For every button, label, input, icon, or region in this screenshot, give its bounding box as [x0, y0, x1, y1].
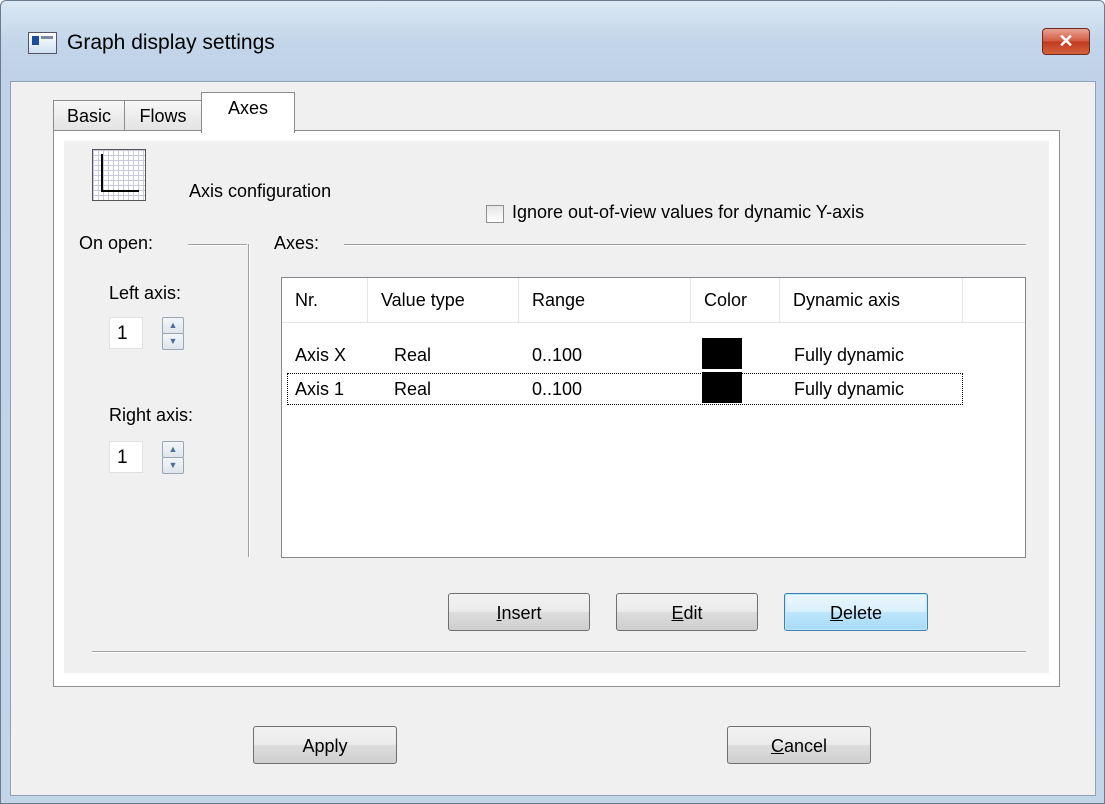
insert-label: nsert: [501, 603, 542, 623]
axes-group-line: [344, 244, 1026, 246]
axes-group-label: Axes:: [274, 233, 320, 253]
cell-value-type: Real: [394, 345, 432, 365]
delete-label: elete: [842, 603, 883, 623]
close-button[interactable]: ✕: [1042, 28, 1090, 55]
table-row[interactable]: Axis X Real 0..100 Fully dynamic: [282, 338, 1025, 372]
on-open-group-line: [188, 244, 247, 246]
tab-flows[interactable]: Flows: [124, 100, 202, 131]
color-swatch: [702, 372, 742, 403]
delete-button[interactable]: Delete: [784, 593, 928, 631]
axes-table[interactable]: Nr. Value type Range Color Dynamic axis …: [281, 277, 1026, 558]
column-header-nr[interactable]: Nr.: [282, 278, 368, 322]
section-title: Axis configuration: [189, 181, 332, 201]
right-axis-up-icon[interactable]: ▲: [162, 441, 184, 458]
cancel-button[interactable]: Cancel: [727, 726, 871, 764]
title-bar[interactable]: Graph display settings ✕: [1, 1, 1104, 81]
tab-axes[interactable]: Axes: [201, 92, 295, 133]
dialog-window: Graph display settings ✕ Basic Flows Axe…: [0, 0, 1105, 804]
cell-range: 0..100: [532, 345, 583, 365]
right-axis-input[interactable]: 1: [109, 441, 143, 473]
cell-dynamic: Fully dynamic: [794, 379, 905, 399]
ignore-out-of-view-checkbox[interactable]: [486, 205, 504, 223]
tab-basic[interactable]: Basic: [53, 100, 125, 131]
left-axis-down-icon[interactable]: ▼: [162, 333, 184, 350]
left-axis-input[interactable]: 1: [109, 317, 143, 349]
tab-panel-axes: Axis configuration Ignore out-of-view va…: [53, 130, 1060, 687]
on-open-group-divider: [248, 244, 250, 557]
color-swatch: [702, 338, 742, 369]
edit-mnemonic: E: [671, 603, 684, 623]
dialog-client-area: Basic Flows Axes Axis configuration Igno…: [10, 81, 1096, 796]
cell-value-type: Real: [394, 379, 432, 399]
edit-label: dit: [683, 603, 703, 623]
axis-grid-icon: [92, 149, 146, 201]
cell-range: 0..100: [532, 379, 583, 399]
table-row-focused[interactable]: Axis 1 Real 0..100 Fully dynamic: [286, 372, 964, 406]
cancel-label: ancel: [783, 736, 828, 756]
table-header: Nr. Value type Range Color Dynamic axis: [282, 278, 1025, 323]
cell-nr: Axis 1: [295, 379, 345, 399]
axes-page: Axis configuration Ignore out-of-view va…: [64, 141, 1049, 673]
left-axis-label: Left axis:: [109, 283, 182, 303]
on-open-group-label: On open:: [79, 233, 154, 253]
delete-mnemonic: D: [829, 603, 843, 623]
insert-button[interactable]: Insert: [448, 593, 590, 631]
ignore-out-of-view-label[interactable]: Ignore out-of-view values for dynamic Y-…: [512, 202, 864, 223]
column-header-range[interactable]: Range: [519, 278, 691, 322]
cell-dynamic: Fully dynamic: [794, 345, 905, 365]
right-axis-label: Right axis:: [109, 405, 194, 425]
app-icon: [28, 32, 57, 54]
cancel-mnemonic: C: [770, 736, 784, 756]
column-header-value-type[interactable]: Value type: [368, 278, 519, 322]
bottom-separator: [92, 651, 1026, 653]
window-title: Graph display settings: [67, 31, 275, 54]
apply-button[interactable]: Apply: [253, 726, 397, 764]
column-header-dynamic-axis[interactable]: Dynamic axis: [780, 278, 963, 322]
right-axis-down-icon[interactable]: ▼: [162, 457, 184, 474]
edit-button[interactable]: Edit: [616, 593, 758, 631]
cell-nr: Axis X: [295, 345, 347, 365]
left-axis-up-icon[interactable]: ▲: [162, 317, 184, 334]
column-header-color[interactable]: Color: [691, 278, 780, 322]
